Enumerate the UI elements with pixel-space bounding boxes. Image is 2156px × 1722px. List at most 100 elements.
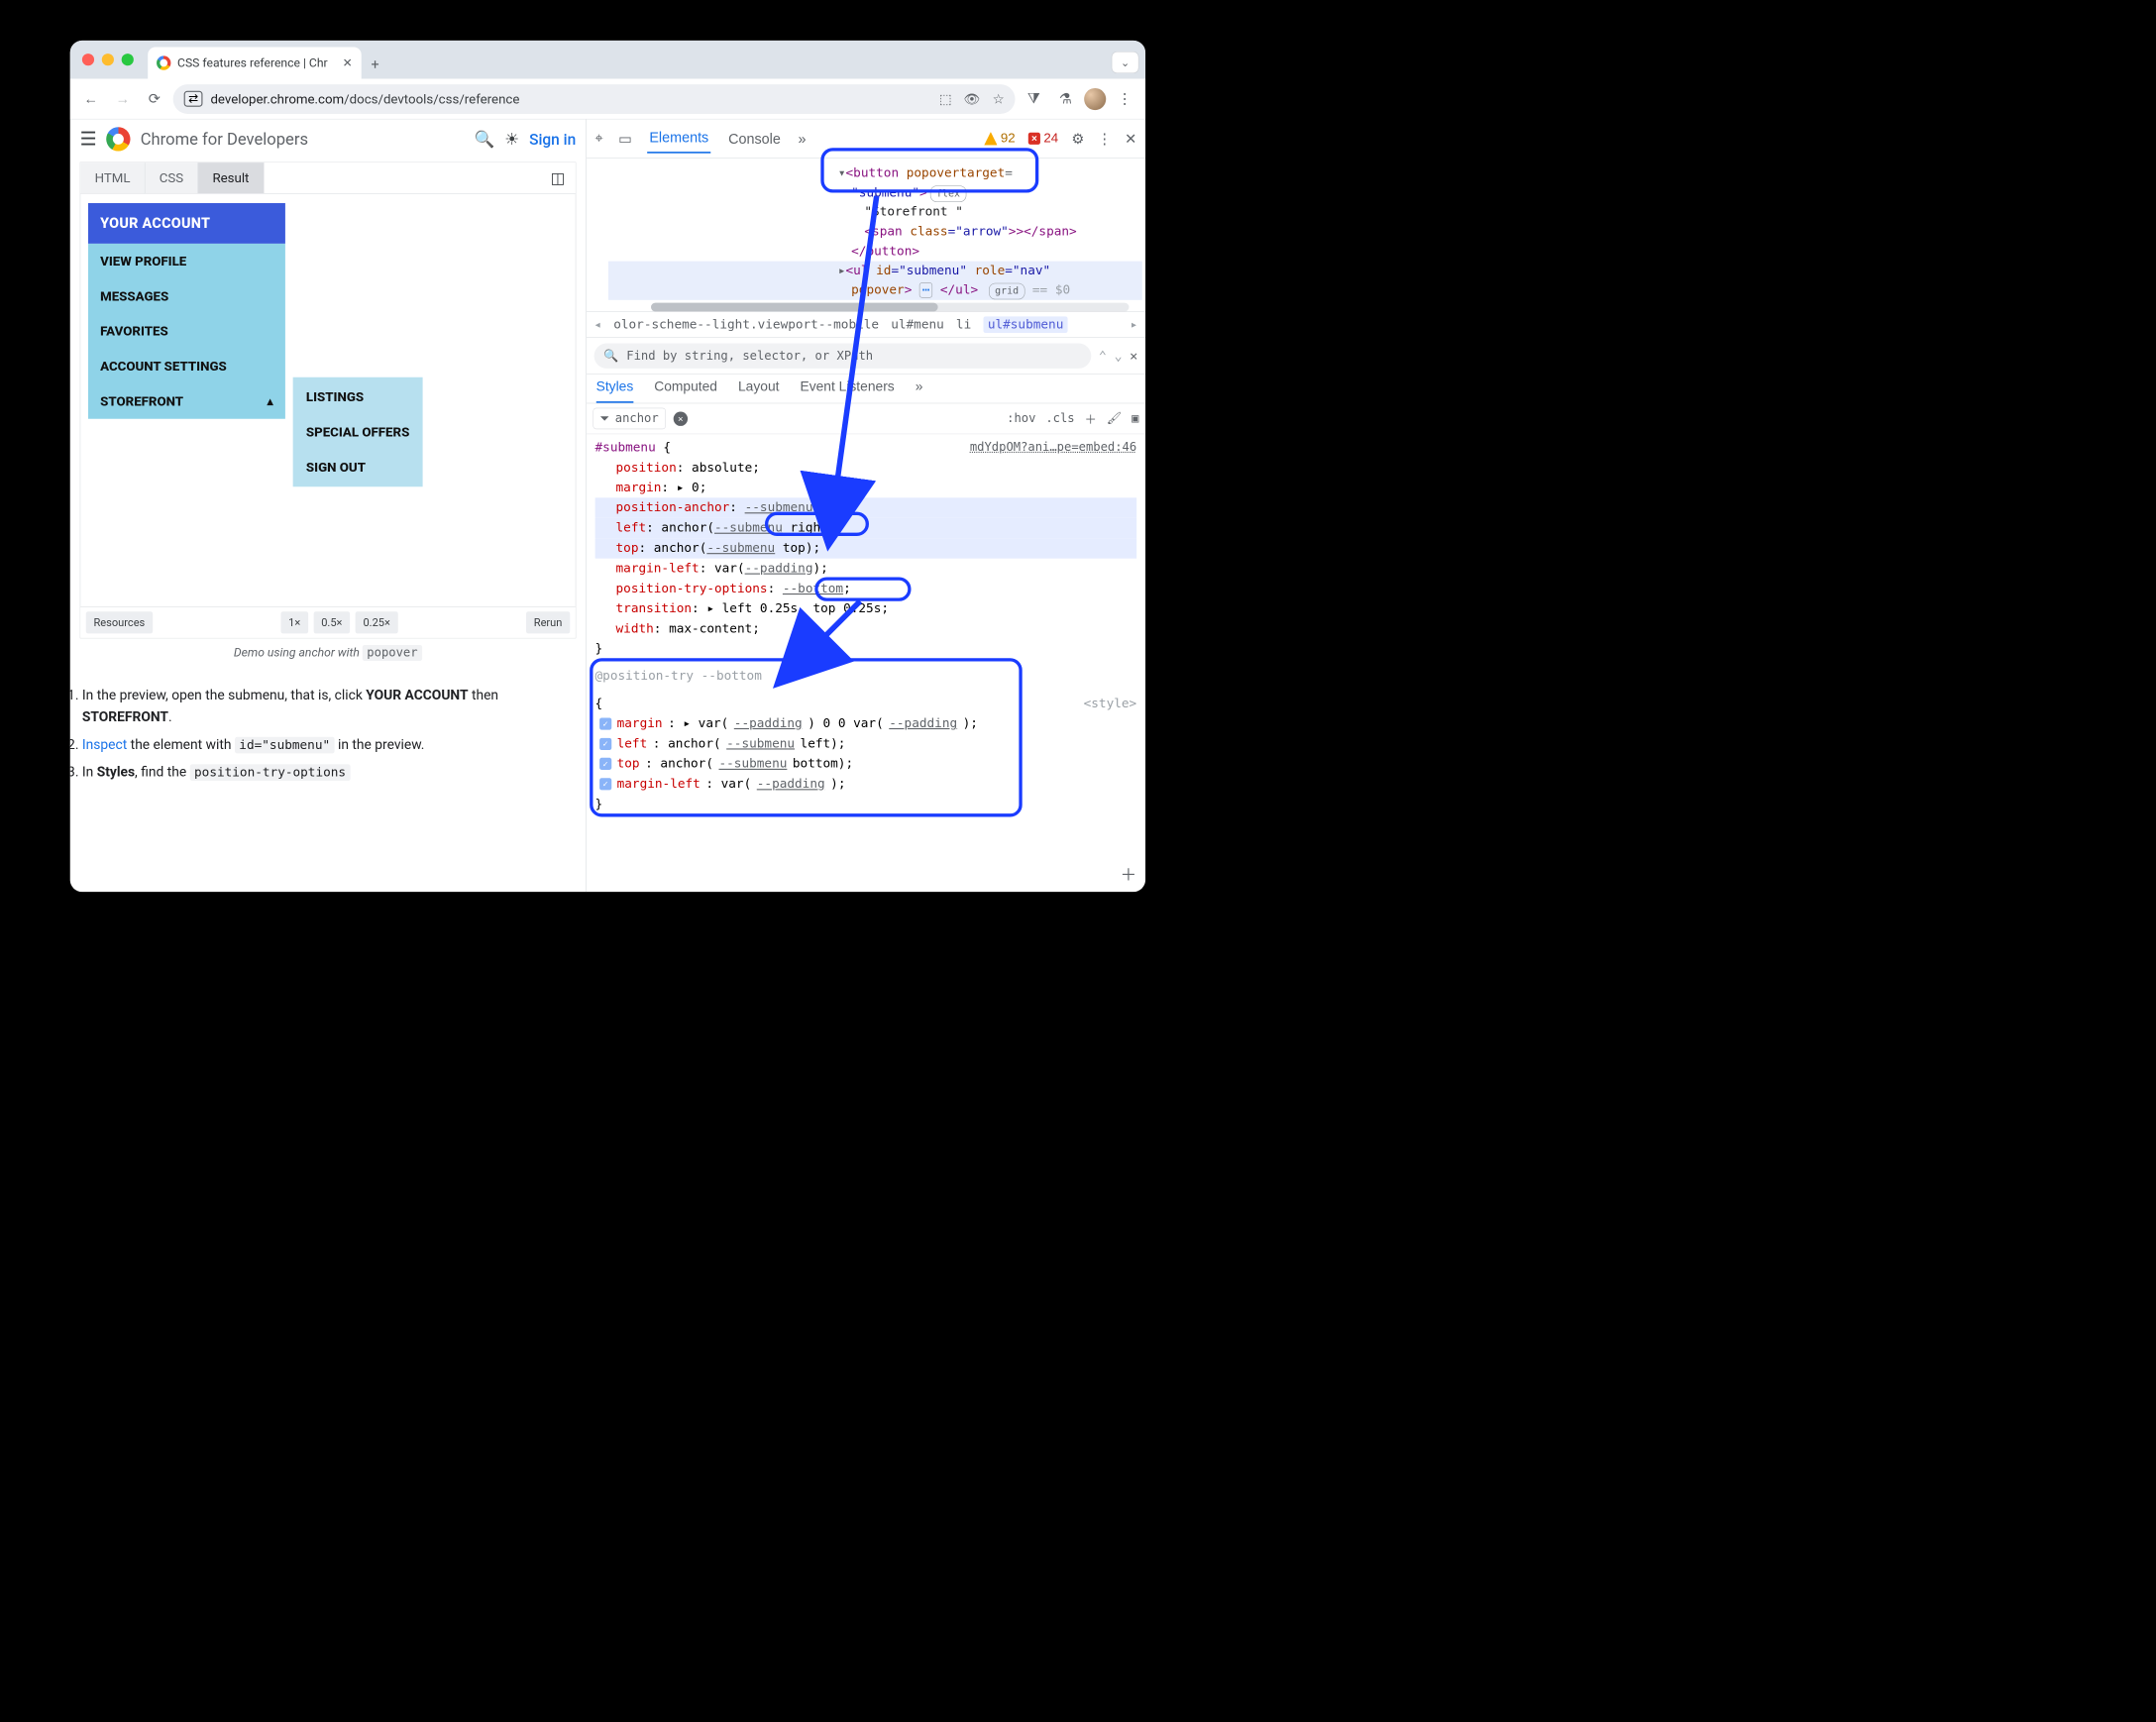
window-maximize-button[interactable] [122,54,134,65]
new-tab-button[interactable]: + [362,52,389,79]
chrome-logo-icon [106,127,130,151]
property-checkbox[interactable]: ✓ [599,738,611,750]
install-app-icon[interactable]: ⬚ [939,91,952,106]
devtools-top-bar: ⌖ ▭ Elements Console » 92 24 ⚙ ⋮ ✕ [587,119,1145,158]
errors-badge[interactable]: 24 [1028,131,1058,146]
crumb-item[interactable]: olor-scheme--light.viewport--mobile [613,318,879,332]
submenu-item[interactable]: FAVORITES [88,314,285,349]
crumb-scroll-right-icon[interactable]: ▸ [1131,318,1138,332]
codepen-logo-icon[interactable]: ◫ [546,165,570,189]
nav-forward-button[interactable]: → [110,85,137,112]
window-close-button[interactable] [82,54,94,65]
popover-item[interactable]: SPECIAL OFFERS [293,414,423,449]
list-item: Inspect the element with id="submenu" in… [82,734,574,755]
at-position-try-header: @position-try --bottom [595,666,1137,686]
subtab-styles[interactable]: Styles [596,378,634,402]
tab-strip: CSS features reference | Chr ✕ + ⌄ [70,41,1145,79]
popover-item[interactable]: SIGN OUT [293,450,423,484]
browser-tab[interactable]: CSS features reference | Chr ✕ [148,48,362,79]
devtools-panel: ⌖ ▭ Elements Console » 92 24 ⚙ ⋮ ✕ ▾<but… [587,119,1145,892]
resources-button[interactable]: Resources [86,611,153,633]
labs-icon[interactable]: ⚗ [1052,85,1079,112]
zoom-05x-button[interactable]: 0.5× [313,611,350,633]
new-style-rule-icon[interactable]: ＋ [1085,410,1097,428]
sign-in-link[interactable]: Sign in [529,130,576,148]
extensions-icon[interactable]: ⧩ [1021,85,1047,112]
close-devtools-icon[interactable]: ✕ [1125,130,1136,147]
rerun-button[interactable]: Rerun [526,611,570,633]
search-icon: 🔍 [603,349,618,363]
more-tabs-icon[interactable]: » [799,130,807,147]
brush-icon[interactable]: 🖌 [1107,412,1122,426]
filter-clear-icon[interactable]: ✕ [674,411,688,425]
crumb-item[interactable]: li [956,318,971,332]
tab-close-icon[interactable]: ✕ [343,56,353,70]
hamburger-menu-icon[interactable]: ☰ [80,128,97,150]
crumb-scroll-left-icon[interactable]: ◂ [593,318,601,332]
theme-toggle-icon[interactable]: ☀ [504,130,519,149]
property-checkbox[interactable]: ✓ [599,778,611,790]
kebab-menu-icon[interactable]: ⋮ [1098,130,1112,147]
zoom-025x-button[interactable]: 0.25× [356,611,398,633]
browser-menu-icon[interactable]: ⋮ [1112,85,1138,112]
subtab-event-listeners[interactable]: Event Listeners [800,378,894,402]
hov-toggle[interactable]: :hov [1007,412,1035,426]
inspect-link[interactable]: Inspect [82,737,127,753]
browser-window: CSS features reference | Chr ✕ + ⌄ ← → ⟳… [70,41,1145,892]
submenu-item[interactable]: MESSAGES [88,278,285,313]
styles-filter-input[interactable]: ⏷ anchor [593,408,666,430]
box-model-icon[interactable]: ▣ [1132,412,1138,426]
rule-source-link[interactable]: mdYdpOM?ani…pe=embed:46 [970,438,1136,457]
list-item: In Styles, find the position-try-options [82,762,574,783]
nav-back-button[interactable]: ← [77,85,104,112]
figure-caption: Demo using anchor with popover [70,646,586,660]
dom-horizontal-scrollbar[interactable] [651,303,1130,312]
ellipsis-badge[interactable]: ⋯ [919,282,932,297]
subtab-computed[interactable]: Computed [654,378,717,402]
popover-item[interactable]: LISTINGS [293,379,423,414]
subtab-layout[interactable]: Layout [738,378,779,402]
search-icon[interactable]: 🔍 [475,130,495,149]
address-bar[interactable]: ⇄ developer.chrome.com/docs/devtools/css… [173,84,1016,114]
add-rule-icon[interactable]: ＋ [1121,862,1137,889]
property-checkbox[interactable]: ✓ [599,758,611,770]
submenu-item-storefront[interactable]: STOREFRONT ▴ [88,383,285,418]
dom-tree[interactable]: ▾<button popovertarget= "submenu">flex "… [587,159,1145,312]
warnings-badge[interactable]: 92 [984,131,1015,146]
find-prev-icon[interactable]: ⌃ [1099,348,1107,363]
embed-tab-result[interactable]: Result [198,162,264,193]
profile-avatar[interactable] [1084,88,1106,110]
crumb-item[interactable]: ul#menu [891,318,944,332]
eye-off-icon[interactable]: 👁︎ [964,91,981,106]
site-settings-icon[interactable]: ⇄ [184,91,203,107]
more-subtabs-icon[interactable]: » [916,378,923,402]
flex-badge[interactable]: flex [930,185,966,202]
device-toolbar-icon[interactable]: ▭ [618,130,632,147]
find-close-icon[interactable]: ✕ [1130,348,1137,363]
find-input[interactable]: 🔍 Find by string, selector, or XPath [593,343,1091,368]
tab-elements[interactable]: Elements [647,124,710,154]
embed-tab-html[interactable]: HTML [80,162,145,193]
window-minimize-button[interactable] [102,54,114,65]
warning-triangle-icon [984,132,997,145]
tab-console[interactable]: Console [726,125,783,153]
dom-breadcrumb[interactable]: ◂ olor-scheme--light.viewport--mobile ul… [587,311,1145,338]
nav-reload-button[interactable]: ⟳ [142,85,168,112]
inspect-element-icon[interactable]: ⌖ [595,130,603,148]
css-rules-pane[interactable]: mdYdpOM?ani…pe=embed:46 #submenu { posit… [587,434,1145,892]
submenu-item[interactable]: VIEW PROFILE [88,244,285,278]
grid-badge[interactable]: grid [989,283,1024,300]
submenu-item[interactable]: ACCOUNT SETTINGS [88,349,285,383]
cls-toggle[interactable]: .cls [1045,412,1074,426]
zoom-1x-button[interactable]: 1× [280,611,308,633]
tabs-menu-button[interactable]: ⌄ [1112,52,1139,73]
your-account-button[interactable]: YOUR ACCOUNT [88,203,285,244]
property-checkbox[interactable]: ✓ [599,717,611,729]
style-tag-link[interactable]: <style> [1084,694,1137,713]
styles-subtabs: Styles Computed Layout Event Listeners » [587,375,1145,403]
embed-tab-css[interactable]: CSS [145,162,198,193]
gear-icon[interactable]: ⚙ [1071,130,1084,147]
bookmark-star-icon[interactable]: ☆ [993,91,1005,106]
crumb-item-selected[interactable]: ul#submenu [983,316,1067,333]
find-next-icon[interactable]: ⌄ [1115,348,1123,363]
